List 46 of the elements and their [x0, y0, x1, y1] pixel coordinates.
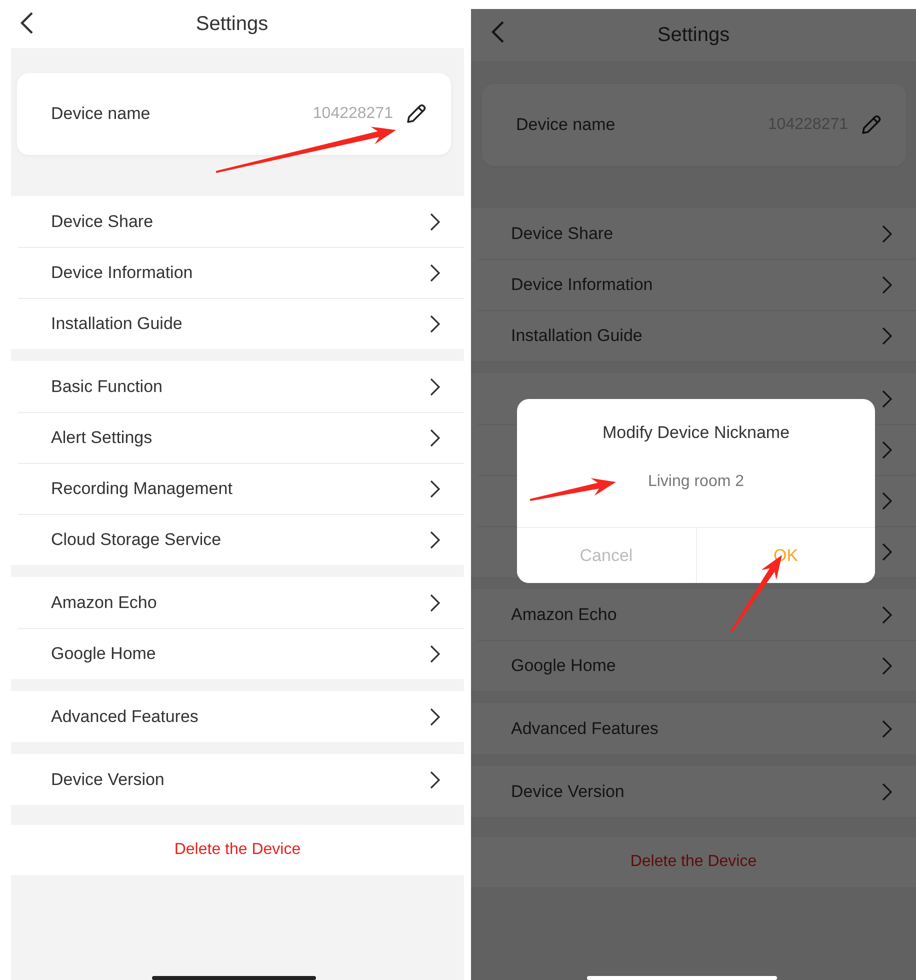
settings-row[interactable]: Basic Function	[11, 361, 464, 412]
settings-row[interactable]: Installation Guide	[18, 298, 464, 349]
device-name-value: 104228271	[312, 105, 393, 123]
delete-device-button[interactable]: Delete the Device	[11, 825, 464, 875]
delete-device-button[interactable]: Delete the Device	[471, 837, 916, 887]
back-icon[interactable]	[20, 12, 34, 34]
dialog-title: Modify Device Nickname	[602, 423, 790, 443]
row-label: Device Version	[511, 782, 626, 802]
row-label: Google Home	[51, 644, 157, 664]
device-name-label: Device name	[516, 115, 616, 135]
settings-row[interactable]: Google Home	[478, 640, 916, 691]
pencil-icon[interactable]	[405, 103, 427, 125]
settings-row[interactable]: Device Information	[18, 247, 464, 298]
settings-row[interactable]: Cloud Storage Service	[18, 514, 464, 565]
settings-row[interactable]: Device Information	[478, 259, 916, 310]
settings-row[interactable]: Alert Settings	[18, 412, 464, 463]
settings-row[interactable]: Advanced Features	[471, 703, 916, 754]
row-label: Device Share	[511, 224, 614, 244]
row-label: Basic Function	[51, 376, 164, 396]
settings-row[interactable]: Device Version	[11, 754, 464, 805]
settings-row[interactable]: Device Share	[11, 196, 464, 247]
row-label: Google Home	[511, 656, 617, 676]
settings-row[interactable]: Device Share	[471, 208, 916, 259]
row-label: Device Information	[51, 263, 194, 283]
row-label: Advanced Features	[511, 718, 660, 738]
screen-title: Settings	[657, 24, 730, 46]
row-label: Cloud Storage Service	[51, 530, 222, 550]
settings-row[interactable]: Google Home	[18, 628, 464, 679]
screen-title: Settings	[196, 12, 268, 36]
row-label: Advanced Features	[51, 706, 200, 726]
device-name-label: Device name	[51, 104, 152, 124]
settings-row[interactable]: Installation Guide	[478, 310, 916, 361]
row-label: Alert Settings	[51, 428, 154, 448]
row-label: Installation Guide	[51, 314, 184, 334]
row-label: Device Version	[51, 770, 166, 790]
row-label: Amazon Echo	[51, 592, 158, 612]
settings-row[interactable]: Device Version	[471, 766, 916, 817]
nickname-field[interactable]: Living room 2	[648, 473, 744, 491]
settings-row[interactable]: Advanced Features	[11, 691, 464, 742]
row-label: Device Information	[511, 275, 654, 295]
row-label: Recording Management	[51, 479, 234, 499]
row-label: Device Share	[51, 212, 154, 232]
row-label: Amazon Echo	[511, 604, 618, 624]
settings-row[interactable]: Recording Management	[18, 463, 464, 514]
settings-row[interactable]: Amazon Echo	[11, 577, 464, 628]
row-label: Installation Guide	[511, 326, 644, 346]
